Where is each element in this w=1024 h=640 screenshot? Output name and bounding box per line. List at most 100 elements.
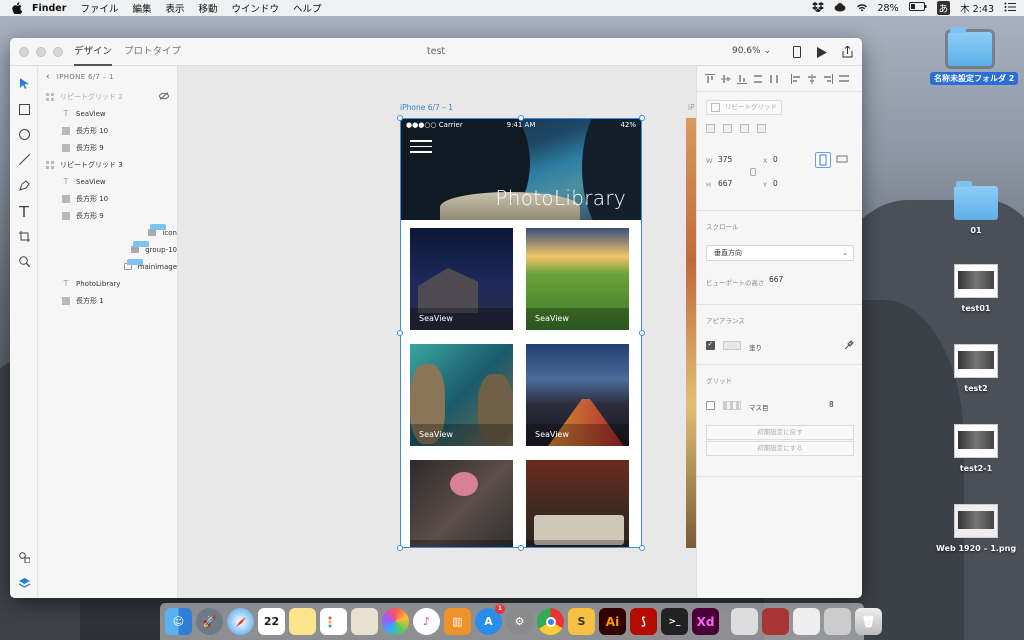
resize-handle[interactable]: [397, 330, 403, 336]
photo-card[interactable]: [526, 460, 629, 548]
menu-go[interactable]: 移動: [198, 1, 217, 15]
battery-icon[interactable]: [908, 2, 927, 14]
acrobat-dock-icon[interactable]: ⟆: [630, 608, 657, 635]
calendar-dock-icon[interactable]: 22: [258, 608, 285, 635]
layers-breadcrumb[interactable]: ‹ IPHONE 6/7 – 1: [38, 66, 177, 88]
make-default-button[interactable]: 初期設定にする: [706, 441, 854, 456]
layer-item[interactable]: 長方形 1: [38, 292, 177, 309]
play-preview-icon[interactable]: [815, 45, 829, 59]
resize-handle[interactable]: [397, 545, 403, 551]
eyedropper-icon[interactable]: [844, 340, 854, 350]
lock-aspect-icon[interactable]: [750, 168, 756, 176]
rectangle-tool-icon[interactable]: [17, 102, 31, 116]
layers-panel-icon[interactable]: [17, 576, 31, 590]
x-field[interactable]: 0: [773, 155, 778, 164]
resize-handle[interactable]: [397, 115, 403, 121]
layer-item[interactable]: 長方形 10: [38, 122, 177, 139]
tab-design[interactable]: デザイン: [74, 38, 113, 66]
preview-dock-icon[interactable]: [351, 608, 378, 635]
height-field[interactable]: 667: [718, 179, 732, 188]
layer-item[interactable]: T SeaView: [38, 105, 177, 122]
illustrator-dock-icon[interactable]: Ai: [599, 608, 626, 635]
close-button[interactable]: [19, 47, 29, 57]
desktop-icon-test01[interactable]: test01: [936, 264, 1016, 313]
layer-item[interactable]: リピートグリッド 2: [38, 88, 177, 105]
terminal-dock-icon[interactable]: >_: [661, 608, 688, 635]
minimize-button[interactable]: [36, 47, 46, 57]
downloads-stack-icon[interactable]: [731, 608, 758, 635]
xd-dock-icon[interactable]: Xd: [692, 608, 719, 635]
layer-item[interactable]: T SeaView: [38, 173, 177, 190]
resize-handle[interactable]: [518, 545, 524, 551]
ellipse-tool-icon[interactable]: [17, 127, 31, 141]
documents-stack-icon[interactable]: [824, 608, 851, 635]
align-middle-icon[interactable]: [721, 74, 731, 84]
menu-help[interactable]: ヘルプ: [293, 1, 322, 15]
system-preferences-dock-icon[interactable]: ⚙: [506, 608, 533, 635]
menubar-clock[interactable]: 木 2:43: [960, 1, 994, 15]
input-method-indicator[interactable]: あ: [936, 1, 951, 15]
desktop-icon-folder-01[interactable]: 01: [936, 181, 1016, 235]
boolean-intersect-icon[interactable]: [740, 124, 749, 133]
photo-card[interactable]: SeaView: [526, 228, 629, 330]
safari-dock-icon[interactable]: [227, 608, 254, 635]
layer-item[interactable]: T PhotoLibrary: [38, 275, 177, 292]
back-chevron-icon[interactable]: ‹: [46, 72, 50, 82]
select-tool-icon[interactable]: [17, 76, 31, 90]
apple-menu-icon[interactable]: [10, 1, 24, 15]
fill-checkbox[interactable]: [706, 340, 715, 350]
layer-item[interactable]: 長方形 9: [38, 139, 177, 156]
resize-handle[interactable]: [639, 545, 645, 551]
app-store-dock-icon[interactable]: A1: [475, 604, 505, 635]
photo-card[interactable]: SeaView: [410, 344, 513, 446]
layer-item[interactable]: リピートグリッド 3: [38, 156, 177, 173]
resize-handle[interactable]: [639, 330, 645, 336]
artboard-tool-icon[interactable]: [17, 229, 31, 243]
grid-size-field[interactable]: 8: [829, 400, 834, 409]
layer-item[interactable]: icon: [38, 224, 177, 241]
line-tool-icon[interactable]: [17, 152, 31, 166]
dropbox-icon[interactable]: [811, 1, 824, 15]
zoom-level-dropdown[interactable]: 90.6% ⌄: [732, 46, 771, 56]
hidden-eye-icon[interactable]: [159, 92, 169, 100]
itunes-dock-icon[interactable]: ♪: [413, 608, 440, 635]
symbols-icon[interactable]: [17, 550, 31, 564]
desktop-icon-folder-untitled-2[interactable]: 名称未設定フォルダ 2: [930, 27, 1019, 85]
grid-checkbox[interactable]: [706, 401, 715, 410]
desktop-icon-test2[interactable]: test2: [936, 344, 1016, 393]
finder-dock-icon[interactable]: ☺: [165, 608, 192, 635]
photo-card[interactable]: [410, 460, 513, 548]
fill-color-swatch[interactable]: [723, 341, 741, 350]
align-right-icon[interactable]: [823, 74, 833, 84]
device-preview-icon[interactable]: [790, 45, 804, 59]
align-center-icon[interactable]: [807, 74, 817, 84]
chrome-dock-icon[interactable]: [537, 608, 564, 635]
layer-item[interactable]: mainimage: [38, 258, 177, 275]
reminders-dock-icon[interactable]: [320, 608, 347, 635]
photo-card[interactable]: SeaView: [410, 228, 513, 330]
boolean-exclude-icon[interactable]: [757, 124, 766, 133]
tab-prototype[interactable]: プロトタイプ: [124, 38, 181, 66]
y-field[interactable]: 0: [773, 179, 778, 188]
launchpad-dock-icon[interactable]: 🚀: [196, 608, 223, 635]
notification-center-icon[interactable]: [1004, 2, 1016, 15]
pdf-stack-icon[interactable]: [762, 608, 789, 635]
photos-dock-icon[interactable]: [382, 608, 409, 635]
menu-window[interactable]: ウインドウ: [232, 1, 280, 15]
layer-item[interactable]: 長方形 9: [38, 207, 177, 224]
notes-dock-icon[interactable]: [289, 608, 316, 635]
wifi-icon[interactable]: [856, 2, 868, 15]
grid-color-swatch[interactable]: [723, 401, 741, 410]
artboard-iphone[interactable]: ●●●○○ Carrier 9:41 AM 42% PhotoLibrary S…: [400, 118, 642, 548]
resize-handle[interactable]: [639, 115, 645, 121]
align-bottom-icon[interactable]: [737, 74, 747, 84]
distribute-spacing-icon[interactable]: [839, 74, 849, 84]
menu-edit[interactable]: 編集: [132, 1, 151, 15]
second-artboard-preview[interactable]: [686, 118, 696, 548]
hamburger-menu-icon[interactable]: [410, 140, 432, 153]
creative-cloud-icon[interactable]: [834, 2, 846, 15]
text-tool-icon[interactable]: [17, 204, 31, 218]
menu-app-name[interactable]: Finder: [32, 3, 66, 14]
layer-item[interactable]: 長方形 10: [38, 190, 177, 207]
ibooks-dock-icon[interactable]: ▥: [444, 608, 471, 635]
